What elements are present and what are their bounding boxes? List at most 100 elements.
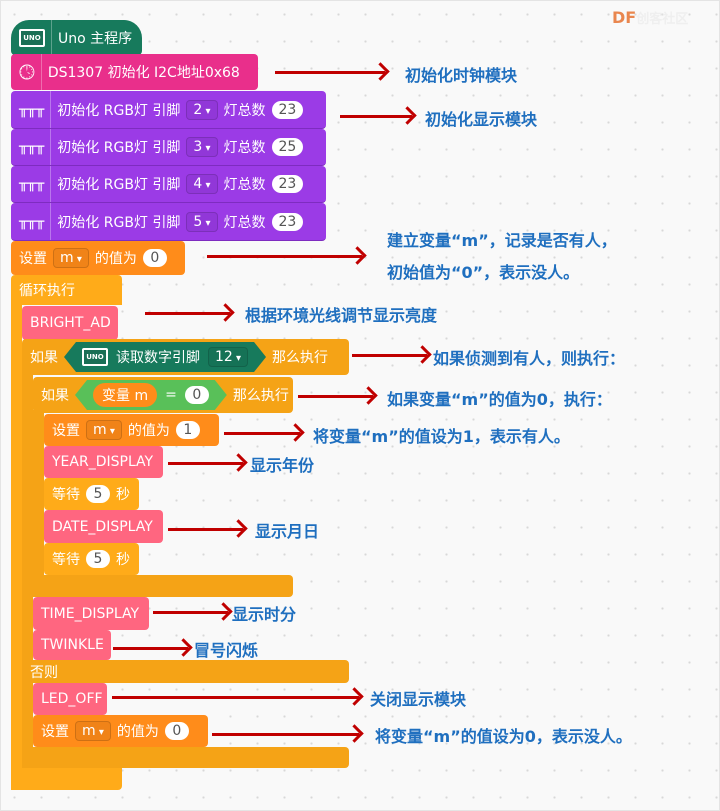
uno-board-icon: UNO bbox=[19, 20, 52, 55]
value-input[interactable]: 0 bbox=[142, 249, 167, 267]
if-block[interactable]: 如果 变量 m = 0 那么执行 bbox=[33, 377, 293, 413]
annotation-arrow bbox=[153, 611, 228, 614]
else-label: 否则 bbox=[30, 664, 58, 681]
equals-sign: = bbox=[165, 387, 177, 403]
annotation-arrow bbox=[212, 733, 359, 736]
if-else-block[interactable]: 如果 UNO 读取数字引脚 12 那么执行 bbox=[22, 339, 349, 375]
led-off-label: LED_OFF bbox=[41, 691, 103, 707]
annotation-arrow bbox=[145, 312, 230, 315]
value-label: 的值为 bbox=[94, 251, 137, 267]
then-label: 那么执行 bbox=[272, 350, 329, 366]
value-input[interactable]: 0 bbox=[164, 722, 189, 740]
rgb-label: 初始化 RGB灯 引脚 bbox=[57, 102, 181, 119]
annotation-text: 显示年份 bbox=[250, 456, 315, 475]
rgb-init-block[interactable]: ╥╥╥ 初始化 RGB灯 引脚 3 灯总数 25 bbox=[11, 129, 326, 166]
inner-if-bottom bbox=[33, 575, 293, 597]
year-label: YEAR_DISPLAY bbox=[52, 454, 154, 470]
annotation-arrow bbox=[168, 528, 243, 531]
ds1307-init-block[interactable]: 🕓︎ DS1307 初始化 I2C地址0x68 bbox=[11, 54, 258, 90]
annotation-arrow bbox=[207, 255, 362, 258]
count-input[interactable]: 23 bbox=[271, 100, 304, 119]
twinkle-label: TWINKLE bbox=[41, 637, 104, 653]
year-display-block[interactable]: YEAR_DISPLAY bbox=[44, 446, 163, 478]
annotation-arrow bbox=[298, 395, 373, 398]
annotation-text: 初始值为“0”，表示没人。 bbox=[387, 263, 580, 282]
loop-arm bbox=[11, 300, 22, 790]
pin-dropdown[interactable]: 4 bbox=[186, 174, 218, 194]
rgb-init-block[interactable]: ╥╥╥ 初始化 RGB灯 引脚 2 灯总数 23 bbox=[11, 91, 326, 129]
annotation-arrow bbox=[275, 71, 385, 74]
rgb-init-block[interactable]: ╥╥╥ 初始化 RGB灯 引脚 5 灯总数 23 bbox=[11, 203, 326, 241]
wait-block[interactable]: 等待 5 秒 bbox=[44, 543, 139, 575]
annotation-text: 根据环境光线调节显示亮度 bbox=[245, 306, 438, 325]
pin-dropdown[interactable]: 2 bbox=[186, 99, 218, 120]
rgb-init-block[interactable]: ╥╥╥ 初始化 RGB灯 引脚 4 灯总数 23 bbox=[11, 166, 326, 203]
if-label: 如果 bbox=[30, 350, 58, 366]
equals-block[interactable]: 变量 m = 0 bbox=[75, 380, 227, 410]
annotation-arrow bbox=[352, 354, 427, 357]
main-program-label: Uno 主程序 bbox=[58, 30, 133, 47]
bright-label: BRIGHT_AD bbox=[30, 315, 111, 331]
date-display-block[interactable]: DATE_DISPLAY bbox=[44, 510, 163, 543]
set-variable-block[interactable]: 设置 m 的值为 0 bbox=[11, 241, 185, 275]
wait-block[interactable]: 等待 5 秒 bbox=[44, 478, 139, 510]
count-label: 灯总数 bbox=[223, 140, 266, 156]
seconds-label: 秒 bbox=[116, 552, 130, 568]
pin-dropdown[interactable]: 5 bbox=[186, 211, 218, 232]
clock-icon: 🕓︎ bbox=[19, 54, 42, 90]
pin-dropdown[interactable]: 3 bbox=[186, 137, 218, 157]
if-label: 如果 bbox=[41, 388, 69, 404]
twinkle-block[interactable]: TWINKLE bbox=[33, 630, 111, 660]
set-variable-block[interactable]: 设置 m 的值为 0 bbox=[33, 715, 208, 747]
value-label: 的值为 bbox=[116, 724, 159, 740]
pin-dropdown[interactable]: 12 bbox=[208, 347, 248, 367]
set-variable-block[interactable]: 设置 m 的值为 1 bbox=[44, 414, 219, 446]
count-input[interactable]: 23 bbox=[271, 212, 304, 231]
annotation-text: 显示月日 bbox=[255, 522, 320, 541]
annotation-text: 初始化时钟模块 bbox=[405, 66, 518, 85]
main-program-hat-block[interactable]: UNO Uno 主程序 bbox=[11, 20, 142, 55]
set-label: 设置 bbox=[19, 251, 47, 267]
ds1307-label: DS1307 初始化 I2C地址0x68 bbox=[47, 65, 240, 81]
annotation-text: 如果侦测到有人，则执行： bbox=[433, 349, 626, 368]
annotation-text: 冒号闪烁 bbox=[194, 641, 259, 660]
wait-label: 等待 bbox=[52, 552, 80, 568]
variable-reporter[interactable]: 变量 m bbox=[93, 383, 157, 407]
count-label: 灯总数 bbox=[223, 177, 266, 193]
set-label: 设置 bbox=[52, 423, 80, 439]
variable-dropdown[interactable]: m bbox=[86, 420, 122, 440]
led-off-block[interactable]: LED_OFF bbox=[33, 683, 107, 715]
variable-dropdown[interactable]: m bbox=[75, 721, 111, 741]
seconds-label: 秒 bbox=[116, 487, 130, 503]
then-label: 那么执行 bbox=[232, 388, 289, 404]
watermark-logo: DF创客社区 bbox=[612, 8, 689, 27]
read-pin-label: 读取数字引脚 bbox=[116, 350, 200, 366]
led-strip-icon: ╥╥╥ bbox=[19, 166, 52, 202]
annotation-arrow bbox=[168, 462, 243, 465]
compare-input[interactable]: 0 bbox=[185, 386, 209, 404]
wait-input[interactable]: 5 bbox=[86, 485, 110, 503]
time-display-block[interactable]: TIME_DISPLAY bbox=[33, 597, 149, 630]
variable-dropdown[interactable]: m bbox=[53, 248, 89, 268]
wait-input[interactable]: 5 bbox=[86, 550, 110, 568]
led-strip-icon: ╥╥╥ bbox=[19, 203, 52, 240]
date-label: DATE_DISPLAY bbox=[52, 518, 153, 535]
annotation-text: 将变量“m”的值设为1，表示有人。 bbox=[313, 427, 570, 446]
annotation-text: 关闭显示模块 bbox=[370, 690, 467, 709]
else-row bbox=[22, 660, 349, 683]
count-input[interactable]: 25 bbox=[271, 138, 304, 156]
rgb-label: 初始化 RGB灯 引脚 bbox=[57, 214, 181, 231]
count-input[interactable]: 23 bbox=[271, 175, 304, 193]
annotation-text: 如果变量“m”的值为0，执行： bbox=[387, 390, 612, 409]
bright-ad-block[interactable]: BRIGHT_AD bbox=[22, 306, 118, 340]
annotation-arrow bbox=[113, 647, 188, 650]
read-digital-pin-block[interactable]: UNO 读取数字引脚 12 bbox=[64, 342, 266, 372]
loop-bottom bbox=[11, 768, 122, 790]
value-input[interactable]: 1 bbox=[175, 421, 200, 439]
annotation-text: 显示时分 bbox=[232, 605, 297, 624]
value-label: 的值为 bbox=[127, 423, 170, 439]
led-strip-icon: ╥╥╥ bbox=[19, 129, 52, 165]
if-else-arm bbox=[22, 370, 33, 768]
count-label: 灯总数 bbox=[223, 214, 266, 231]
annotation-arrow bbox=[224, 432, 300, 435]
